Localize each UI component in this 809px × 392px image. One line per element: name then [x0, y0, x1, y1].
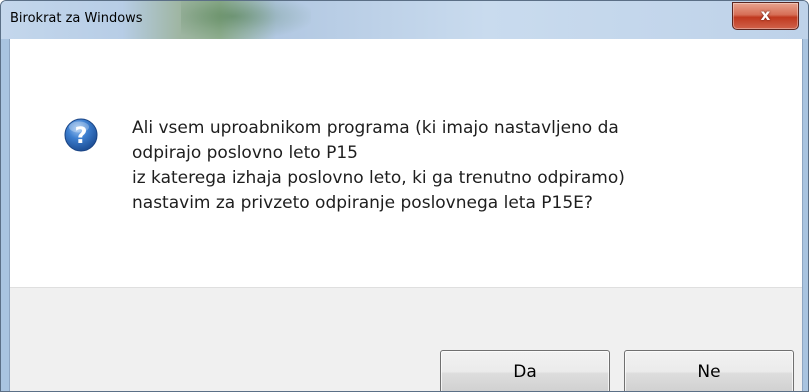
message-line: iz katerega izhaja poslovno leto, ki ga … — [132, 168, 625, 188]
message-line: Ali vsem uproabnikom programa (ki imajo … — [132, 118, 619, 138]
message-line: nastavim za privzeto odpiranje poslovneg… — [132, 193, 593, 213]
no-button[interactable]: Ne — [624, 350, 794, 391]
dialog-message: Ali vsem uproabnikom programa (ki imajo … — [132, 116, 772, 216]
close-button[interactable]: x — [732, 2, 799, 30]
window-title: Birokrat za Windows — [10, 11, 143, 26]
dialog-window: Birokrat za Windows x ? Ali vsem uproabn… — [0, 0, 809, 392]
title-bar[interactable]: Birokrat za Windows x — [1, 1, 808, 39]
message-line: odpirajo poslovno leto P15 — [132, 143, 358, 163]
button-bar: Da Ne — [10, 287, 802, 391]
dialog-content: ? Ali vsem uproabnikom programa (ki imaj… — [9, 39, 803, 391]
close-icon: x — [760, 6, 771, 24]
title-bar-decoration — [181, 1, 311, 39]
yes-button[interactable]: Da — [440, 350, 610, 391]
svg-text:?: ? — [75, 124, 88, 149]
question-icon: ? — [64, 118, 98, 152]
